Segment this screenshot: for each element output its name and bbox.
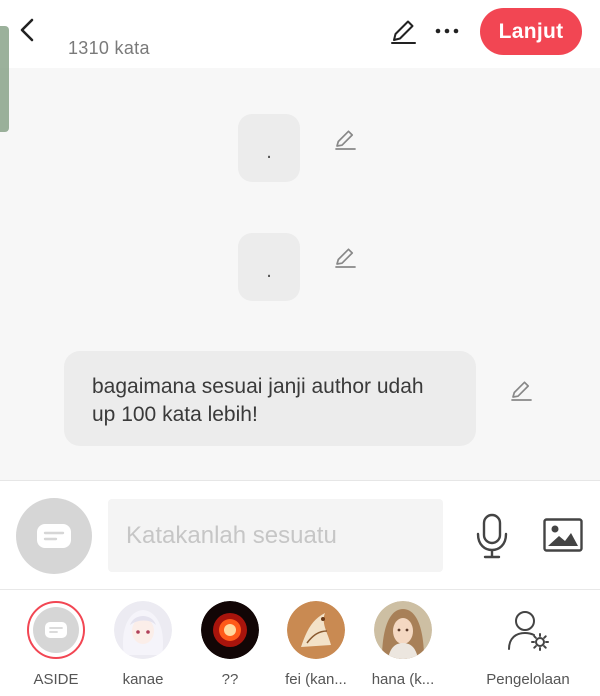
- edit-message-button[interactable]: [331, 125, 359, 153]
- avatar: [201, 601, 259, 659]
- character-name: ??: [221, 671, 239, 688]
- avatar: [374, 601, 432, 659]
- more-options-button[interactable]: [432, 14, 462, 48]
- character-name: Pengelolaan: [486, 671, 570, 688]
- character-bar: ASIDE kanae ?? fei (kan... hana (k... Pe…: [0, 590, 600, 696]
- avatar: [27, 601, 85, 659]
- side-drawer-handle[interactable]: [0, 26, 9, 132]
- image-upload-button[interactable]: [541, 515, 585, 555]
- character-name: hana (k...: [371, 671, 435, 688]
- avatar: [287, 601, 345, 659]
- edit-button[interactable]: [386, 14, 420, 48]
- character-name: ASIDE: [33, 671, 79, 688]
- next-button[interactable]: Lanjut: [480, 8, 582, 55]
- message-text: bagaimana sesuai janji author udah up 10…: [92, 375, 424, 426]
- edit-message-button[interactable]: [331, 243, 359, 271]
- image-icon: [543, 518, 583, 552]
- pencil-icon: [335, 130, 356, 150]
- word-count: 1310 kata: [68, 38, 150, 58]
- chevron-left-icon: [20, 18, 34, 42]
- voice-input-button[interactable]: [474, 511, 510, 561]
- message-icon: [45, 622, 67, 638]
- pencil-icon: [335, 248, 356, 268]
- character-fei[interactable]: fei (kan...: [271, 601, 361, 688]
- message-bubble[interactable]: .: [238, 233, 300, 301]
- user-settings-icon: [508, 611, 549, 651]
- character-kanae[interactable]: kanae: [98, 601, 188, 688]
- microphone-icon: [476, 513, 508, 559]
- pencil-icon: [391, 20, 416, 44]
- character-name: fei (kan...: [285, 671, 347, 688]
- message-composer: [0, 480, 600, 590]
- message-text: .: [266, 140, 272, 163]
- chat-area: . . bagaimana sesuai janji author udah u…: [0, 68, 600, 480]
- avatar: [499, 601, 557, 659]
- avatar: [114, 601, 172, 659]
- back-button[interactable]: [12, 14, 42, 46]
- message-bubble[interactable]: .: [238, 114, 300, 182]
- character-management[interactable]: Pengelolaan: [483, 601, 573, 688]
- message-input[interactable]: [108, 499, 443, 572]
- more-dots-icon: [435, 28, 459, 34]
- edit-message-button[interactable]: [507, 376, 535, 404]
- message-icon: [37, 524, 71, 548]
- message-bubble[interactable]: bagaimana sesuai janji author udah up 10…: [64, 351, 476, 446]
- character-unnamed[interactable]: ??: [185, 601, 275, 688]
- character-aside[interactable]: ASIDE: [11, 601, 101, 688]
- character-hana[interactable]: hana (k...: [358, 601, 448, 688]
- character-name: kanae: [122, 671, 164, 688]
- top-bar: 1310 kata Lanjut: [0, 0, 600, 68]
- pencil-icon: [511, 381, 532, 401]
- chat-mode-button[interactable]: [16, 498, 92, 574]
- message-text: .: [266, 259, 272, 282]
